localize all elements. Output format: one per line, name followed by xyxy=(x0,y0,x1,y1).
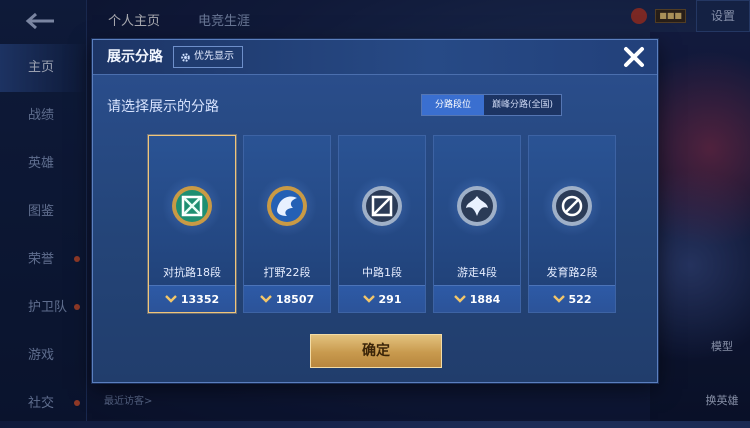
dialog-header: 展示分路 优先显示 xyxy=(93,40,657,75)
lane-display-dialog: 展示分路 优先显示 请选择展示的分路 分路段位 巅峰分路(全国) 对抗路18段 … xyxy=(92,39,658,383)
lane-card-farm[interactable]: 发育路2段 522 xyxy=(528,135,616,313)
dialog-subtitle: 请选择展示的分路 xyxy=(107,99,219,115)
gear-icon xyxy=(181,52,190,62)
lane-score-bar: 13352 xyxy=(149,285,235,312)
lane-card-list: 对抗路18段 13352 打野22段 18507 中路1段 291 游走4段 1… xyxy=(148,135,616,313)
lane-name: 游走4段 xyxy=(457,266,497,279)
mid-lane-emblem-icon xyxy=(362,186,402,226)
lane-score-bar: 1884 xyxy=(434,285,520,312)
rank-chevron-icon xyxy=(552,295,565,303)
lane-score: 13352 xyxy=(180,292,220,306)
lane-score: 18507 xyxy=(275,292,315,306)
lane-name: 中路1段 xyxy=(362,266,402,279)
clash-lane-emblem-icon xyxy=(172,186,212,226)
lane-card-roam[interactable]: 游走4段 1884 xyxy=(433,135,521,313)
rank-chevron-icon xyxy=(453,295,466,303)
confirm-button[interactable]: 确定 xyxy=(310,334,442,368)
rank-chevron-icon xyxy=(260,295,272,303)
lane-card-mid[interactable]: 中路1段 291 xyxy=(338,135,426,313)
lane-score-bar: 18507 xyxy=(244,285,330,312)
segment-peak-lane[interactable]: 巅峰分路(全国) xyxy=(484,95,562,115)
farm-lane-emblem-icon xyxy=(552,186,592,226)
priority-display-label: 优先显示 xyxy=(194,51,234,62)
lane-score: 1884 xyxy=(469,292,501,306)
lane-score: 291 xyxy=(378,292,402,306)
lane-name: 对抗路18段 xyxy=(163,266,221,279)
jungle-emblem-icon xyxy=(267,186,307,226)
lane-card-jungle[interactable]: 打野22段 18507 xyxy=(243,135,331,313)
lane-score-bar: 291 xyxy=(339,285,425,312)
segment-lane-rank[interactable]: 分路段位 xyxy=(422,95,485,115)
lane-score-bar: 522 xyxy=(529,285,615,312)
rank-chevron-icon xyxy=(362,295,375,303)
lane-name: 发育路2段 xyxy=(546,266,598,279)
roam-emblem-icon xyxy=(457,186,497,226)
close-icon[interactable] xyxy=(621,44,647,70)
priority-display-button[interactable]: 优先显示 xyxy=(173,46,243,68)
dialog-title: 展示分路 xyxy=(107,49,163,65)
lane-card-clash[interactable]: 对抗路18段 13352 xyxy=(148,135,236,313)
rank-chevron-icon xyxy=(165,295,177,303)
lane-mode-toggle: 分路段位 巅峰分路(全国) xyxy=(421,94,563,116)
lane-score: 522 xyxy=(568,292,592,306)
lane-name: 打野22段 xyxy=(263,266,311,279)
